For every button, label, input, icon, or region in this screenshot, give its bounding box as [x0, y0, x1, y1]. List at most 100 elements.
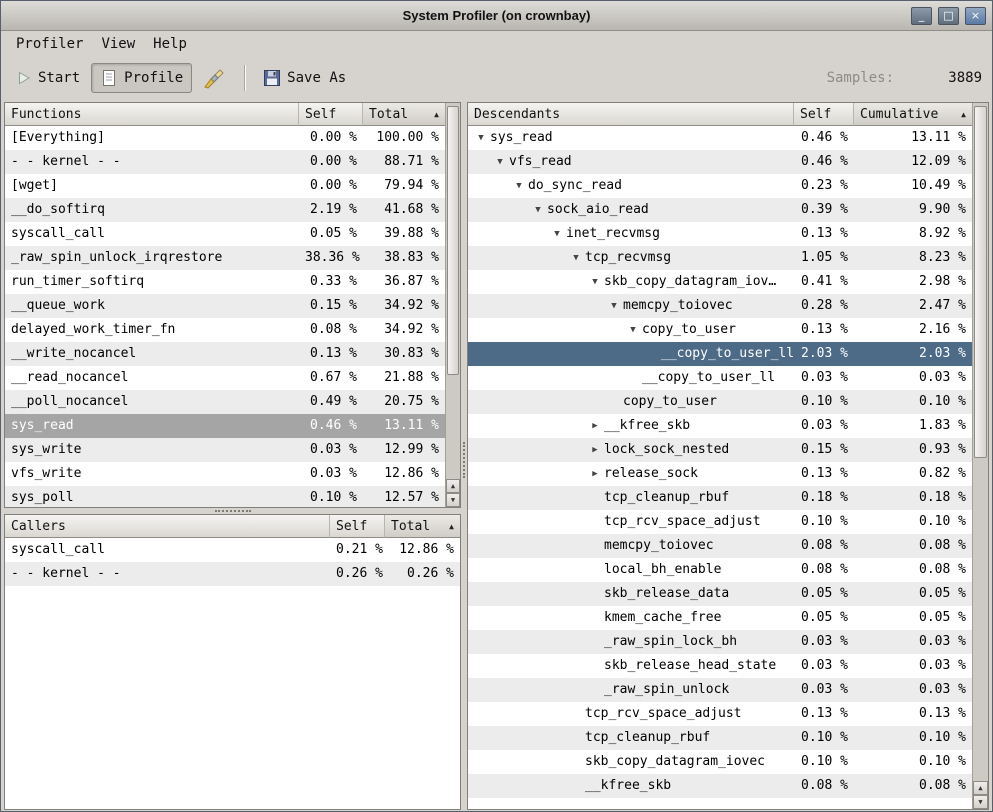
tree-name-cell: ▼copy_to_user [468, 318, 794, 342]
menu-profiler[interactable]: Profiler [7, 33, 92, 55]
tree-row[interactable]: tcp_cleanup_rbuf0.18 %0.18 % [468, 486, 972, 510]
tree-row[interactable]: tcp_rcv_space_adjust0.13 %0.13 % [468, 702, 972, 726]
functions-scrollbar-track[interactable] [447, 104, 459, 478]
column-header-functions[interactable]: Functions [5, 103, 299, 126]
table-row[interactable]: vfs_write0.03 %12.86 % [5, 462, 445, 486]
close-button[interactable]: × [965, 7, 986, 25]
tree-row[interactable]: ▼memcpy_toiovec0.28 %2.47 % [468, 294, 972, 318]
table-row[interactable]: __poll_nocancel0.49 %20.75 % [5, 390, 445, 414]
expander-open-icon[interactable]: ▼ [624, 318, 642, 342]
table-row[interactable]: [Everything]0.00 %100.00 % [5, 126, 445, 150]
tree-row[interactable]: ▶__kfree_skb0.03 %1.83 % [468, 414, 972, 438]
tree-row[interactable]: ▼skb_copy_datagram_iov…0.41 %2.98 % [468, 270, 972, 294]
table-row[interactable]: __do_softirq2.19 %41.68 % [5, 198, 445, 222]
expander-open-icon[interactable]: ▼ [491, 150, 509, 174]
tree-indent [468, 642, 586, 643]
descendants-scroll-up-button[interactable]: ▲ [973, 781, 988, 795]
tree-row[interactable]: ▼copy_to_user0.13 %2.16 % [468, 318, 972, 342]
tree-row[interactable]: tcp_cleanup_rbuf0.10 %0.10 % [468, 726, 972, 750]
expander-closed-icon[interactable]: ▶ [586, 414, 604, 438]
reset-button[interactable] [194, 61, 234, 95]
menu-view[interactable]: View [92, 33, 144, 55]
titlebar[interactable]: System Profiler (on crownbay) _ □ × [1, 1, 992, 31]
column-header-self[interactable]: Self [794, 103, 854, 126]
tree-row[interactable]: __copy_to_user_ll2.03 %2.03 % [468, 342, 972, 366]
expander-closed-icon[interactable]: ▶ [586, 462, 604, 486]
tree-row[interactable]: ▼sock_aio_read0.39 %9.90 % [468, 198, 972, 222]
maximize-button[interactable]: □ [938, 7, 959, 25]
tree-row[interactable]: memcpy_toiovec0.08 %0.08 % [468, 534, 972, 558]
window-controls: _ □ × [911, 7, 986, 25]
expander-open-icon[interactable]: ▼ [586, 270, 604, 294]
column-header-cumulative[interactable]: Cumulative▲ [854, 103, 972, 126]
table-row[interactable]: syscall_call0.21 %12.86 % [5, 538, 460, 562]
play-icon [16, 70, 32, 86]
tree-row[interactable]: ▼vfs_read0.46 %12.09 % [468, 150, 972, 174]
column-header-total[interactable]: Total▲ [385, 515, 460, 538]
tree-row[interactable]: ▶lock_sock_nested0.15 %0.93 % [468, 438, 972, 462]
profile-button[interactable]: Profile [91, 63, 192, 93]
self-percent: 0.41 % [794, 270, 854, 294]
table-row[interactable]: run_timer_softirq0.33 %36.87 % [5, 270, 445, 294]
descendants-scrollbar-track[interactable] [974, 104, 987, 780]
expander-open-icon[interactable]: ▼ [510, 174, 528, 198]
start-button[interactable]: Start [7, 64, 89, 92]
column-header-self[interactable]: Self [330, 515, 385, 538]
table-row[interactable]: __write_nocancel0.13 %30.83 % [5, 342, 445, 366]
table-row[interactable]: [wget]0.00 %79.94 % [5, 174, 445, 198]
tree-row[interactable]: copy_to_user0.10 %0.10 % [468, 390, 972, 414]
functions-scrollbar-thumb[interactable] [447, 106, 459, 375]
tree-row[interactable]: ▶release_sock0.13 %0.82 % [468, 462, 972, 486]
column-header-total[interactable]: Total▲ [363, 103, 445, 126]
tree-row[interactable]: ▼do_sync_read0.23 %10.49 % [468, 174, 972, 198]
functions-scroll-down-button[interactable]: ▼ [446, 493, 460, 507]
tree-row[interactable]: __copy_to_user_ll0.03 %0.03 % [468, 366, 972, 390]
table-row[interactable]: - - kernel - -0.26 %0.26 % [5, 562, 460, 586]
tree-row[interactable]: _raw_spin_lock_bh0.03 %0.03 % [468, 630, 972, 654]
functions-scroll-up-button[interactable]: ▲ [446, 479, 460, 493]
tree-row[interactable]: ▼tcp_recvmsg1.05 %8.23 % [468, 246, 972, 270]
function-name: _raw_spin_lock_bh [604, 630, 737, 654]
table-row[interactable]: - - kernel - -0.00 %88.71 % [5, 150, 445, 174]
expander-open-icon[interactable]: ▼ [567, 246, 585, 270]
expander-closed-icon[interactable]: ▶ [586, 438, 604, 462]
tree-row[interactable]: ▼inet_recvmsg0.13 %8.92 % [468, 222, 972, 246]
expander-open-icon[interactable]: ▼ [548, 222, 566, 246]
tree-row[interactable]: ▼sys_read0.46 %13.11 % [468, 126, 972, 150]
expander-open-icon[interactable]: ▼ [529, 198, 547, 222]
tree-row[interactable]: skb_release_head_state0.03 %0.03 % [468, 654, 972, 678]
self-percent: 0.00 % [299, 126, 363, 150]
tree-row[interactable]: _raw_spin_unlock0.03 %0.03 % [468, 678, 972, 702]
table-row[interactable]: _raw_spin_unlock_irqrestore38.36 %38.83 … [5, 246, 445, 270]
expander-open-icon[interactable]: ▼ [605, 294, 623, 318]
table-row[interactable]: sys_read0.46 %13.11 % [5, 414, 445, 438]
column-header-label: Total [369, 107, 408, 122]
tree-row[interactable]: tcp_rcv_space_adjust0.10 %0.10 % [468, 510, 972, 534]
tree-row[interactable]: local_bh_enable0.08 %0.08 % [468, 558, 972, 582]
column-header-self[interactable]: Self [299, 103, 363, 126]
expander-open-icon[interactable]: ▼ [472, 126, 490, 150]
table-row[interactable]: sys_write0.03 %12.99 % [5, 438, 445, 462]
tree-row[interactable]: skb_release_data0.05 %0.05 % [468, 582, 972, 606]
total-percent: 88.71 % [363, 150, 445, 174]
menu-help[interactable]: Help [144, 33, 196, 55]
total-percent: 21.88 % [363, 366, 445, 390]
functions-scrollbar[interactable]: ▲ ▼ [445, 103, 460, 507]
table-row[interactable]: syscall_call0.05 %39.88 % [5, 222, 445, 246]
descendants-scrollbar[interactable]: ▲ ▼ [972, 103, 988, 809]
save-as-button[interactable]: Save As [254, 63, 355, 93]
table-row[interactable]: sys_poll0.10 %12.57 % [5, 486, 445, 507]
column-header-descendants[interactable]: Descendants [468, 103, 794, 126]
table-row[interactable]: delayed_work_timer_fn0.08 %34.92 % [5, 318, 445, 342]
descendants-scrollbar-thumb[interactable] [974, 106, 987, 458]
descendants-scroll-down-button[interactable]: ▼ [973, 795, 988, 809]
column-header-callers[interactable]: Callers [5, 515, 330, 538]
tree-row[interactable]: skb_copy_datagram_iovec0.10 %0.10 % [468, 750, 972, 774]
tree-name-cell: _raw_spin_unlock [468, 678, 794, 702]
minimize-button[interactable]: _ [911, 7, 932, 25]
table-row[interactable]: __queue_work0.15 %34.92 % [5, 294, 445, 318]
tree-row[interactable]: kmem_cache_free0.05 %0.05 % [468, 606, 972, 630]
table-row[interactable]: __read_nocancel0.67 %21.88 % [5, 366, 445, 390]
function-name: tcp_cleanup_rbuf [604, 486, 729, 510]
tree-row[interactable]: __kfree_skb0.08 %0.08 % [468, 774, 972, 798]
